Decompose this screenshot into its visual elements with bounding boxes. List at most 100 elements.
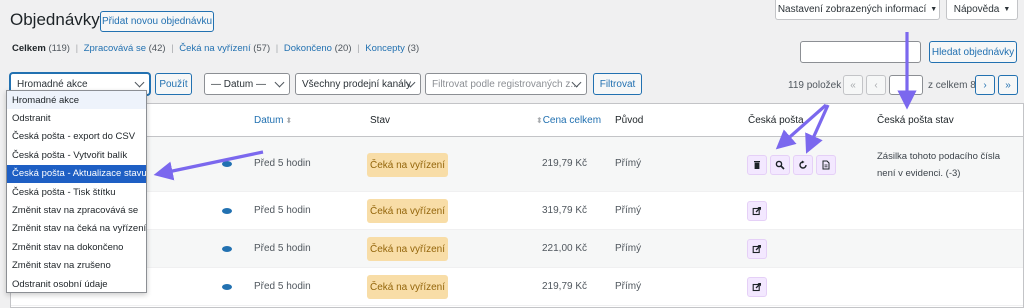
channel-filter-value: Všechny prodejní kanály xyxy=(302,78,411,90)
channel-filter-select[interactable]: Všechny prodejní kanály xyxy=(295,73,421,95)
dropdown-option[interactable]: Odstranit xyxy=(7,109,146,127)
screen-options-tab[interactable]: Nastavení zobrazených informací ▼ xyxy=(775,0,940,20)
separator: | xyxy=(357,43,360,54)
sort-icon: ⬍ xyxy=(536,116,543,125)
order-origin: Přímý xyxy=(615,281,642,292)
external-link-icon xyxy=(752,206,762,216)
filter-on-hold[interactable]: Čeká na vyřízení xyxy=(179,43,250,54)
filter-on-hold-count: (57) xyxy=(253,43,271,54)
items-count: 119 položek xyxy=(788,80,842,91)
order-date: Před 5 hodin xyxy=(254,158,311,169)
refresh-status-button[interactable] xyxy=(793,155,813,175)
filter-processing[interactable]: Zpracovává se xyxy=(84,43,146,54)
dropdown-option-selected[interactable]: Česká pošta - Aktualizace stavu xyxy=(7,164,147,183)
last-page-button[interactable]: » xyxy=(998,75,1018,95)
date-filter-value: — Datum — xyxy=(211,78,267,90)
external-link-icon xyxy=(752,244,762,254)
order-date: Před 5 hodin xyxy=(254,205,311,216)
search-input[interactable] xyxy=(800,41,921,63)
preview-eye-icon[interactable] xyxy=(222,284,232,290)
dropdown-option[interactable]: Česká pošta - Tisk štítku xyxy=(7,183,146,201)
status-badge: Čeká na vyřízení xyxy=(367,275,448,299)
search-orders-button[interactable]: Hledat objednávky xyxy=(929,41,1017,63)
refresh-icon xyxy=(799,160,807,169)
order-total: 219,79 Kč xyxy=(542,281,588,292)
order-total: 219,79 Kč xyxy=(542,158,588,169)
first-page-button[interactable]: « xyxy=(843,75,863,95)
customer-filter-select[interactable]: Filtrovat podle registrovaných z... xyxy=(425,73,587,95)
order-total: 319,79 Kč xyxy=(542,205,588,216)
search-icon xyxy=(775,160,785,170)
cp-status-text: Zásilka tohoto podacího čísla není v evi… xyxy=(877,148,1000,182)
filter-all[interactable]: Celkem xyxy=(12,43,46,54)
table-row[interactable]: Před 5 hodin Čeká na vyřízení 221,00 Kč … xyxy=(11,230,1023,268)
dropdown-option[interactable]: Česká pošta - Vytvořit balík xyxy=(7,146,146,164)
date-filter-select[interactable]: — Datum — xyxy=(204,73,290,95)
filter-completed-count: (20) xyxy=(334,43,352,54)
separator: | xyxy=(171,43,174,54)
status-badge: Čeká na vyřízení xyxy=(367,199,448,223)
column-ceska-posta-status: Česká pošta stav xyxy=(877,115,954,126)
caret-down-icon: ▼ xyxy=(1003,6,1011,13)
order-origin: Přímý xyxy=(615,243,642,254)
separator: | xyxy=(275,43,279,54)
preview-eye-icon[interactable] xyxy=(222,246,232,252)
create-parcel-button[interactable] xyxy=(747,201,767,221)
external-link-icon xyxy=(752,282,762,292)
chevron-down-icon xyxy=(134,77,145,88)
table-row[interactable]: Před 5 hodin Čeká na vyřízení 219,79 Kč … xyxy=(11,268,1023,306)
order-total: 221,00 Kč xyxy=(542,243,588,254)
cp-status-line: není v evidenci. (-3) xyxy=(877,168,961,179)
customer-filter-placeholder: Filtrovat podle registrovaných z... xyxy=(432,78,579,90)
filter-completed[interactable]: Dokončeno xyxy=(284,43,332,54)
document-icon xyxy=(822,160,830,170)
order-origin: Přímý xyxy=(615,158,642,169)
status-badge: Čeká na vyřízení xyxy=(367,237,448,261)
create-parcel-button[interactable] xyxy=(747,277,767,297)
screen-options-label: Nastavení zobrazených informací xyxy=(777,4,927,15)
preview-eye-icon[interactable] xyxy=(222,208,232,214)
page-title: Objednávky xyxy=(10,10,100,29)
filter-processing-count: (42) xyxy=(148,43,166,54)
dropdown-option[interactable]: Odstranit osobní údaje xyxy=(7,275,146,293)
sort-icon: ⬍ xyxy=(285,116,293,125)
column-origin: Původ xyxy=(615,115,644,126)
dropdown-option[interactable]: Změnit stav na zrušeno xyxy=(7,257,146,275)
status-badge: Čeká na vyřízení xyxy=(367,153,448,177)
filter-drafts-count: (3) xyxy=(407,43,420,54)
dropdown-option[interactable]: Změnit stav na zpracovává se xyxy=(7,201,146,219)
dropdown-option[interactable]: Změnit stav na čeká na vyřízení xyxy=(7,220,146,238)
preview-eye-icon[interactable] xyxy=(222,161,232,167)
dropdown-option[interactable]: Česká pošta - export do CSV xyxy=(7,128,146,146)
delete-parcel-button[interactable] xyxy=(747,155,767,175)
prev-page-button[interactable]: ‹ xyxy=(866,75,886,95)
filter-button[interactable]: Filtrovat xyxy=(593,73,642,95)
column-total[interactable]: ⬍Cena celkem xyxy=(534,115,601,126)
filter-drafts[interactable]: Koncepty xyxy=(365,43,405,54)
dropdown-option[interactable]: Hromadné akce xyxy=(7,91,146,110)
status-filters: Celkem (119) | Zpracovává se (42) | Čeká… xyxy=(12,43,419,54)
total-pages: z celkem 8 xyxy=(928,80,976,91)
help-tab[interactable]: Nápověda ▼ xyxy=(946,0,1018,20)
cp-status-line: Zásilka tohoto podacího čísla xyxy=(877,151,1001,162)
orders-table: Datum ⬍ Stav ⬍Cena celkem Původ Česká poš… xyxy=(10,103,1024,308)
dropdown-option[interactable]: Změnit stav na dokončeno xyxy=(7,238,146,256)
current-page-input[interactable] xyxy=(889,75,923,95)
column-date[interactable]: Datum ⬍ xyxy=(254,115,292,126)
print-label-button[interactable] xyxy=(816,155,836,175)
table-row[interactable]: Před 5 hodin Čeká na vyřízení 219,79 Kč … xyxy=(11,137,1023,192)
column-total-label: Cena celkem xyxy=(542,115,602,126)
column-date-label: Datum xyxy=(254,115,284,126)
table-row[interactable]: Před 5 hodin Čeká na vyřízení 319,79 Kč … xyxy=(11,192,1023,230)
apply-button[interactable]: Použít xyxy=(155,73,192,95)
create-parcel-button[interactable] xyxy=(747,239,767,259)
table-header: Datum ⬍ Stav ⬍Cena celkem Původ Česká poš… xyxy=(11,104,1023,137)
order-origin: Přímý xyxy=(615,205,642,216)
column-status: Stav xyxy=(370,115,391,126)
trash-icon xyxy=(754,161,760,169)
bulk-actions-dropdown: Hromadné akce Odstranit Česká pošta - ex… xyxy=(6,90,147,293)
next-page-button[interactable]: › xyxy=(975,75,995,95)
track-parcel-button[interactable] xyxy=(770,155,790,175)
add-order-button[interactable]: Přidat novou objednávku xyxy=(100,11,214,32)
bulk-actions-value: Hromadné akce xyxy=(17,78,88,90)
